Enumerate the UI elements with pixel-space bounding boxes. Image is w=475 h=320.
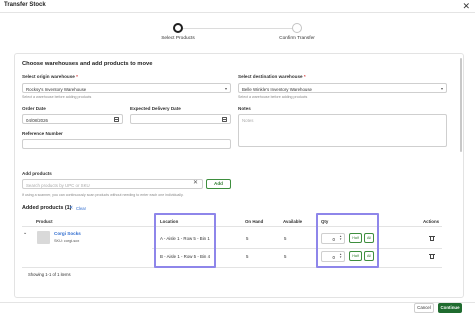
clear-icon[interactable]: ✕ [69, 205, 73, 211]
origin-warehouse-label: Select origin warehouse * [22, 74, 78, 79]
pagination-summary: Showing 1-1 of 1 items [28, 272, 71, 277]
added-products-table: Product Location On Hand Available Qty A… [22, 213, 457, 320]
trash-icon[interactable] [428, 236, 435, 242]
step-label: Confirm Transfer [279, 36, 315, 41]
required-mark: * [303, 74, 306, 79]
product-sku: SKU: corgi-sox [54, 239, 80, 243]
qty-column-highlight [316, 213, 379, 268]
row-on-hand: 5 [246, 236, 249, 241]
origin-warehouse-select[interactable]: Rocksy's Inventory Warehouse ▾ [22, 83, 231, 93]
chevron-down-icon: ▾ [224, 86, 227, 91]
cancel-button[interactable]: Cancel [414, 303, 434, 313]
step-select-products: Select Products [138, 23, 218, 41]
order-date-input[interactable]: 04/08/2026 [22, 114, 123, 124]
add-products-label: Add products [22, 171, 52, 176]
chevron-down-icon: ▾ [440, 86, 443, 91]
step-inactive-indicator [292, 23, 302, 33]
add-products-help: If using a scanner, you can continuously… [22, 193, 184, 197]
row-available: 5 [284, 254, 287, 259]
column-header-available: Available [283, 219, 303, 224]
row-available: 5 [284, 236, 287, 241]
destination-warehouse-select[interactable]: Belle Winkle's Inventory Warehouse ▾ [238, 83, 447, 93]
chevron-down-icon[interactable]: ⌄ [23, 230, 27, 236]
scrollbar[interactable] [460, 58, 462, 152]
reference-number-input[interactable] [22, 139, 231, 149]
location-column-highlight [154, 213, 216, 268]
column-header-on-hand: On Hand [245, 219, 264, 224]
product-thumbnail [37, 231, 50, 244]
reference-number-label: Reference Number [22, 131, 63, 136]
column-header-product: Product [36, 219, 53, 224]
calendar-icon[interactable] [114, 117, 119, 122]
continue-button[interactable]: Continue [438, 303, 462, 313]
footer-divider [0, 302, 475, 303]
step-confirm-transfer: Confirm Transfer [257, 23, 337, 41]
table-bottom-divider [22, 267, 442, 268]
row-on-hand: 5 [246, 254, 249, 259]
product-name-link[interactable]: Corgi Socks [54, 231, 81, 236]
destination-warehouse-help: Select a warehouse before adding product… [238, 95, 308, 99]
added-products-title: Added products (1) [22, 205, 72, 211]
dialog-header: Transfer Stock ✕ [0, 0, 475, 13]
close-icon[interactable]: ✕ [462, 0, 470, 12]
stepper: Select Products Confirm Transfer [0, 20, 475, 46]
destination-warehouse-label: Select destination warehouse * [238, 74, 306, 79]
required-mark: * [76, 74, 78, 79]
notes-textarea[interactable]: Notes [238, 114, 447, 147]
dialog-title: Transfer Stock [4, 2, 46, 8]
clear-search-icon[interactable]: ✕ [193, 180, 198, 186]
step-active-indicator [173, 23, 183, 33]
order-date-label: Order Date [22, 106, 46, 111]
expected-delivery-input[interactable] [130, 114, 231, 124]
clear-products-link[interactable]: Clear [76, 206, 86, 211]
trash-icon[interactable] [428, 254, 435, 260]
calendar-icon[interactable] [222, 117, 227, 122]
column-header-actions: Actions [423, 219, 440, 224]
expected-delivery-label: Expected Delivery Date [130, 106, 181, 111]
header-divider [22, 226, 442, 227]
section-title: Choose warehouses and add products to mo… [22, 61, 153, 67]
product-search-input[interactable]: Search products by UPC or SKU [22, 179, 203, 189]
notes-label: Notes [238, 106, 251, 111]
origin-warehouse-help: Select a warehouse before adding product… [22, 95, 92, 99]
step-label: Select Products [161, 36, 195, 41]
transfer-form-panel: Choose warehouses and add products to mo… [14, 53, 464, 298]
add-product-button[interactable]: Add [206, 179, 231, 189]
